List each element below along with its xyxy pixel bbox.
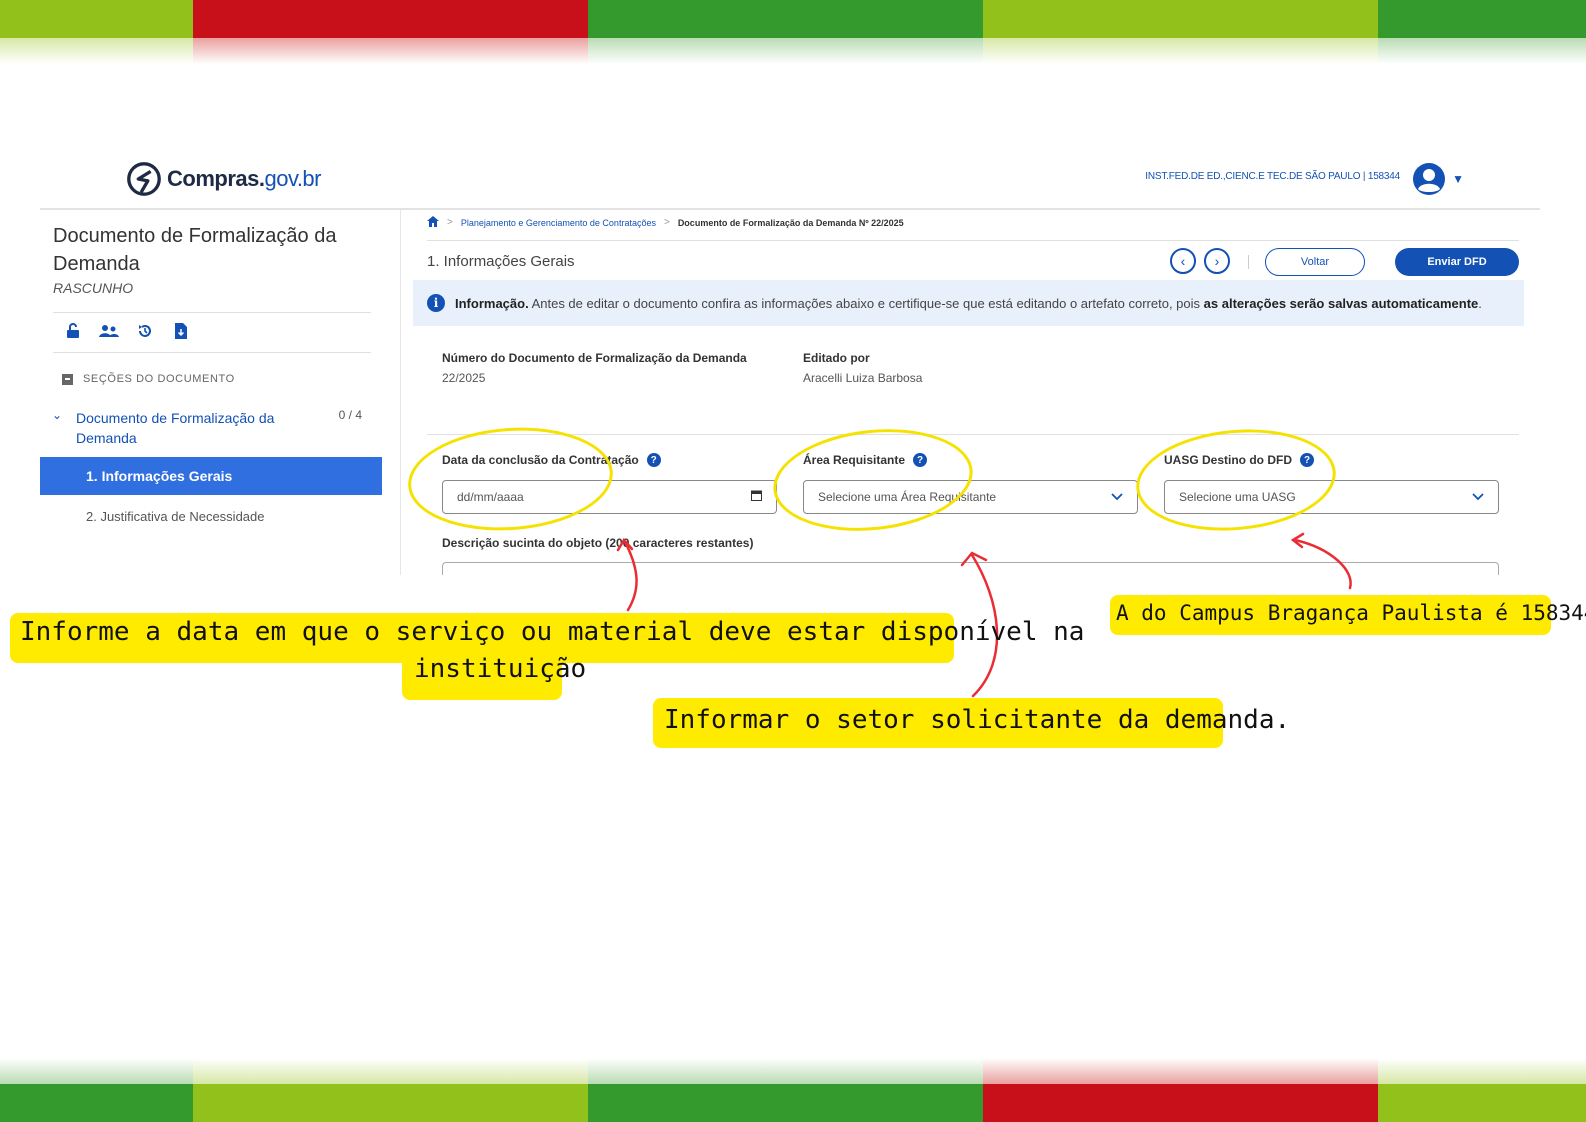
divider: [427, 434, 1519, 435]
top-decorative-stripe: [0, 0, 1586, 38]
date-callout-line1: Informe a data em que o serviço ou mater…: [20, 617, 1085, 647]
file-download-icon[interactable]: [170, 322, 192, 340]
document-status: RASCUNHO: [53, 280, 134, 296]
divider: [53, 312, 371, 313]
info-alert: i Informação. Antes de editar o document…: [413, 280, 1524, 326]
section-progress-count: 0 / 4: [338, 408, 362, 422]
user-menu-chevron-icon[interactable]: ▼: [1452, 172, 1464, 186]
divider: [1248, 255, 1249, 269]
user-avatar-icon[interactable]: [1412, 162, 1446, 196]
uasg-callout-text: A do Campus Bragança Paulista é 158344: [1116, 601, 1586, 625]
info-icon: i: [427, 294, 445, 312]
compras-logo[interactable]: Compras.gov.br: [125, 160, 321, 198]
sidebar: Documento de Formalização da Demanda RAS…: [40, 210, 401, 575]
unlock-icon[interactable]: [62, 322, 84, 340]
compras-logo-icon: [127, 162, 161, 196]
chevron-down-icon[interactable]: [1111, 490, 1123, 504]
doc-number-value: 22/2025: [442, 371, 486, 385]
doc-number-label: Número do Documento de Formalização da D…: [442, 351, 747, 365]
users-icon[interactable]: [98, 322, 120, 340]
section-parent-name: Documento de Formalização da Demanda: [76, 410, 275, 446]
voltar-button[interactable]: Voltar: [1265, 248, 1365, 276]
date-callout-line2: instituição: [414, 654, 587, 684]
divider: [53, 352, 371, 353]
calendar-icon[interactable]: [751, 490, 762, 504]
bottom-decorative-stripe: [0, 1084, 1586, 1122]
edited-by-value: Aracelli Luiza Barbosa: [803, 371, 923, 385]
help-icon[interactable]: ?: [646, 453, 661, 467]
uasg-callout: A do Campus Bragança Paulista é 158344: [1110, 595, 1586, 635]
enviar-dfd-button[interactable]: Enviar DFD: [1395, 248, 1519, 276]
area-callout-text: Informar o setor solicitante da demanda.: [664, 705, 1291, 735]
main-content: > Planejamento e Gerenciamento de Contra…: [413, 210, 1540, 575]
top-stripe-fade: [0, 38, 1586, 64]
sections-heading: SEÇÕES DO DOCUMENTO: [62, 373, 235, 385]
divider: [427, 240, 1519, 241]
info-text: Informação. Antes de editar o documento …: [455, 295, 1482, 311]
breadcrumb-separator: >: [663, 217, 670, 228]
date-callout-tail: instituição: [402, 650, 586, 700]
description-label: Descrição sucinta do objeto (200 caracte…: [442, 536, 754, 550]
section-title: 1. Informações Gerais: [427, 253, 575, 270]
logo-text: Compras.gov.br: [167, 166, 321, 191]
history-icon[interactable]: [134, 322, 156, 340]
breadcrumb-current: Documento de Formalização da Demanda Nº …: [677, 217, 904, 228]
area-callout: Informar o setor solicitante da demanda.: [653, 698, 1290, 748]
sidebar-item-informacoes-gerais[interactable]: 1. Informações Gerais: [40, 457, 382, 495]
document-title: Documento de Formalização da Demanda: [53, 225, 337, 275]
breadcrumb-link[interactable]: Planejamento e Gerenciamento de Contrata…: [461, 218, 656, 228]
top-bar: Compras.gov.br INST.FED.DE ED.,CIENC.E T…: [40, 150, 1540, 210]
previous-section-button[interactable]: ‹: [1170, 248, 1196, 274]
breadcrumb-separator: >: [447, 217, 453, 228]
breadcrumb: > Planejamento e Gerenciamento de Contra…: [427, 216, 904, 229]
next-section-button[interactable]: ›: [1204, 248, 1230, 274]
document-toolbar: [62, 322, 192, 340]
chevron-down-icon[interactable]: [1472, 490, 1484, 504]
home-icon[interactable]: [427, 216, 439, 229]
description-textarea[interactable]: [442, 562, 1499, 575]
sidebar-item-justificativa[interactable]: 2. Justificativa de Necessidade: [86, 508, 286, 526]
edited-by-label: Editado por: [803, 351, 870, 365]
organization-name: INST.FED.DE ED.,CIENC.E TEC.DE SÃO PAULO…: [1145, 171, 1400, 182]
chevron-down-icon[interactable]: ⌄: [52, 408, 62, 422]
sections-icon: [62, 373, 73, 385]
bottom-stripe-fade: [0, 1058, 1586, 1084]
section-navigation: ‹ ›: [1170, 248, 1230, 274]
